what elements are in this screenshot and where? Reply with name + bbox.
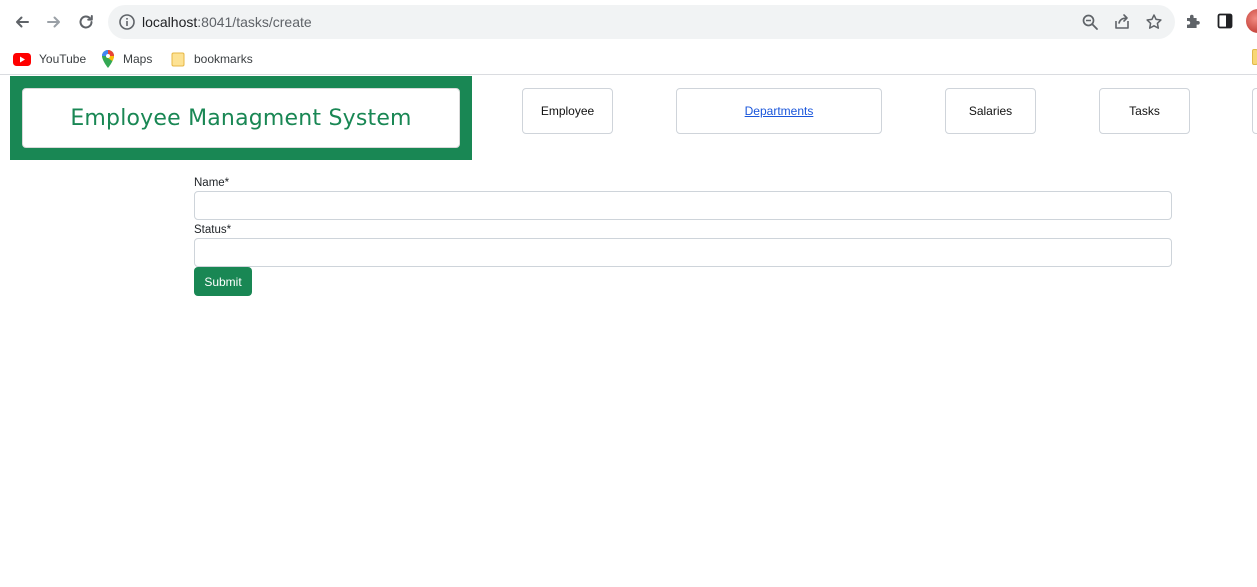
name-input[interactable]: [194, 191, 1172, 220]
reload-icon: [79, 15, 93, 29]
nav-employee-label: Employee: [540, 104, 595, 118]
nav-tasks-button[interactable]: Tasks: [1099, 88, 1190, 134]
maps-pin-icon: [102, 50, 114, 68]
nav-employee-button[interactable]: Employee: [522, 88, 613, 134]
bookmark-label: bookmarks: [194, 52, 253, 66]
forward-arrow-icon: [47, 16, 60, 28]
nav-tasks-label: Tasks: [1129, 104, 1160, 118]
browser-toolbar: localhost:8041/tasks/create: [0, 0, 1257, 43]
profile-avatar[interactable]: [1246, 9, 1257, 33]
back-arrow-icon: [16, 16, 29, 28]
reload-button[interactable]: [72, 8, 100, 36]
brand-box: Employee Managment System: [22, 88, 460, 148]
submit-button[interactable]: Submit: [194, 267, 252, 296]
url-path: :8041/tasks/create: [197, 14, 312, 30]
back-button[interactable]: [8, 8, 36, 36]
nav-salaries-label: Salaries: [968, 104, 1013, 118]
extensions-puzzle-icon[interactable]: [1184, 12, 1202, 30]
bookmark-folder[interactable]: bookmarks: [171, 49, 253, 69]
star-icon[interactable]: [1145, 13, 1163, 31]
zoom-icon[interactable]: [1081, 13, 1099, 31]
site-info-icon[interactable]: [118, 13, 136, 31]
bookmark-label: Maps: [123, 52, 153, 66]
url-text[interactable]: localhost:8041/tasks/create: [142, 13, 312, 31]
nav-overflow-button[interactable]: [1252, 88, 1257, 134]
share-icon[interactable]: [1113, 13, 1131, 31]
address-bar[interactable]: localhost:8041/tasks/create: [108, 5, 1175, 39]
nav-departments-link[interactable]: Departments: [676, 88, 882, 134]
name-label: Name*: [194, 177, 230, 189]
bookmarks-bar: YouTube Maps bookmarks: [0, 43, 1257, 75]
url-host: localhost: [142, 14, 198, 30]
nav-departments-label: Departments: [744, 104, 814, 118]
forward-button[interactable]: [40, 8, 68, 36]
brand-banner: Employee Managment System: [10, 76, 472, 160]
side-panel-icon[interactable]: [1216, 12, 1234, 30]
nav-salaries-button[interactable]: Salaries: [945, 88, 1036, 134]
bookmark-youtube[interactable]: YouTube: [13, 49, 86, 69]
bookmark-maps[interactable]: Maps: [101, 49, 152, 69]
folder-icon: [171, 52, 185, 66]
bookmark-overflow-icon[interactable]: [1252, 49, 1257, 65]
brand-title: Employee Managment System: [70, 105, 412, 131]
status-input[interactable]: [194, 238, 1172, 267]
bookmark-label: YouTube: [39, 52, 87, 66]
youtube-icon: [13, 52, 31, 66]
status-label: Status*: [194, 224, 232, 236]
